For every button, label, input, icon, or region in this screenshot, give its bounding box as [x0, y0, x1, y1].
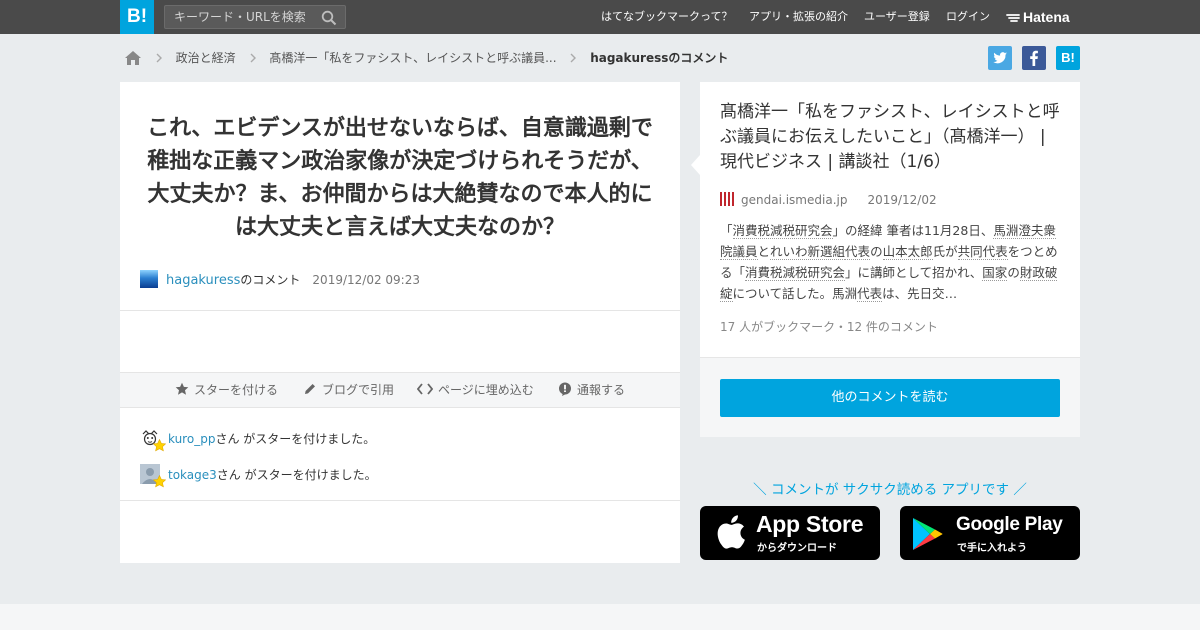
comment-text: これ、エビデンスが出せないならば、自意識過剰で稚拙な正義マン政治家像が決定づけら… — [147, 116, 653, 240]
search-input[interactable]: キーワード・URLを検索 — [164, 5, 346, 29]
app-store-sub-label: からダウンロード — [757, 543, 837, 554]
comment-date[interactable]: 2019/12/02 09:23 — [312, 273, 420, 287]
hatena-brand[interactable]: Hatena — [1006, 0, 1070, 34]
list-item: tokage3さん がスターを付けました。 — [140, 464, 440, 488]
top-bar: B! キーワード・URLを検索 はてなブックマークって？ アプリ・拡張の紹介 ユ… — [0, 0, 1200, 34]
star-user-link[interactable]: kuro_pp — [168, 432, 215, 446]
google-play-sub-label: で手に入れよう — [957, 543, 1027, 554]
search-icon[interactable] — [321, 10, 337, 26]
bookmark-count[interactable]: 17 人がブックマーク・12 件のコメント — [720, 318, 938, 335]
bookmark-share-button[interactable]: B! — [1056, 46, 1080, 70]
desc-text: と — [757, 244, 771, 259]
breadcrumb-entry[interactable]: 髙橋洋一「私をファシスト、レイシストと呼ぶ議員... — [269, 47, 556, 69]
google-play-icon — [913, 518, 943, 550]
breadcrumb: 政治と経済 髙橋洋一「私をファシスト、レイシストと呼ぶ議員... hagakur… — [124, 46, 728, 68]
chevron-right-icon — [156, 53, 162, 62]
embed-label: ページに埋め込む — [438, 383, 534, 397]
entry-card: 髙橋洋一「私をファシスト、レイシストと呼ぶ議員にお伝えしたいこと」（髙橋洋一） … — [691, 82, 1080, 437]
star-text: さん がスターを付けました。 — [216, 468, 377, 482]
facebook-icon — [1030, 50, 1038, 66]
desc-text: 」に講師として招かれ、 — [845, 265, 983, 280]
chevron-right-icon — [250, 53, 256, 62]
desc-text: 「 — [720, 223, 733, 238]
star-user-link[interactable]: tokage3 — [168, 468, 217, 482]
divider — [120, 310, 680, 311]
read-more-comments-button[interactable]: 他のコメントを読む — [720, 379, 1060, 417]
comment-card: これ、エビデンスが出せないならば、自意識過剰で稚拙な正義マン政治家像が決定づけら… — [120, 82, 680, 563]
site-favicon-icon — [720, 192, 734, 206]
app-store-label: App Store — [756, 511, 864, 537]
desc-text: は、先日交… — [882, 286, 958, 301]
keyword-link[interactable]: 代表 — [845, 244, 871, 260]
hatena-logo-icon — [1006, 14, 1020, 22]
nav-apps[interactable]: アプリ・拡張の紹介 — [749, 0, 848, 34]
report-button[interactable]: 通報する — [558, 373, 625, 407]
avatar[interactable] — [140, 270, 158, 288]
home-icon[interactable] — [124, 50, 142, 66]
divider — [120, 500, 680, 501]
blog-quote-button[interactable]: ブログで引用 — [303, 373, 394, 407]
entry-date: 2019/12/02 — [867, 193, 937, 207]
keyword-link[interactable]: れいわ新選組 — [770, 244, 846, 260]
facebook-share-button[interactable] — [1022, 46, 1046, 70]
google-play-label: Google Play — [956, 514, 1063, 535]
nav-login[interactable]: ログイン — [946, 0, 990, 34]
breadcrumb-current: hagakuressのコメント — [590, 50, 729, 65]
keyword-link[interactable]: 消費税減税研究会 — [745, 265, 846, 281]
keyword-link[interactable]: 国家 — [982, 265, 1008, 281]
add-star-label: スターを付ける — [194, 383, 279, 397]
keyword-link[interactable]: 消費税減税研究会 — [732, 223, 833, 239]
chevron-right-icon — [570, 53, 577, 62]
search-placeholder: キーワード・URLを検索 — [174, 10, 306, 24]
star-text: さん がスターを付けました。 — [215, 432, 376, 446]
pencil-icon — [305, 384, 315, 394]
comment-meta: hagakuressのコメント 2019/12/02 09:23 — [140, 270, 420, 290]
nav-about[interactable]: はてなブックマークって？ — [601, 0, 732, 34]
page-footer — [0, 604, 1200, 630]
entry-title-link[interactable]: 髙橋洋一「私をファシスト、レイシストと呼ぶ議員にお伝えしたいこと」（髙橋洋一） … — [720, 100, 1065, 175]
comment-suffix: のコメント — [240, 273, 301, 287]
report-label: 通報する — [577, 383, 626, 397]
nav-register[interactable]: ユーザー登録 — [864, 0, 930, 34]
breadcrumb-category[interactable]: 政治と経済 — [176, 47, 236, 69]
desc-text: の — [1007, 265, 1020, 280]
entry-footer: 他のコメントを読む — [700, 357, 1080, 437]
desc-text: について話した。馬淵 — [732, 286, 858, 301]
star-icon — [153, 475, 166, 488]
entry-description: 「消費税減税研究会」の経緯 筆者は11月28日、馬淵澄夫衆院議員とれいわ新選組代… — [720, 220, 1062, 304]
code-icon — [416, 383, 434, 395]
keyword-link[interactable]: 山本太郎 — [882, 244, 933, 260]
app-store-badge[interactable]: App Store からダウンロード — [700, 506, 880, 560]
keyword-link[interactable]: 代表 — [857, 286, 883, 302]
apple-icon — [717, 515, 745, 549]
hatena-brand-label: Hatena — [1023, 9, 1070, 25]
hatena-bookmark-logo[interactable]: B! — [120, 0, 154, 34]
star-icon — [153, 439, 166, 452]
embed-button[interactable]: ページに埋め込む — [416, 373, 534, 407]
pointer-arrow — [691, 155, 700, 175]
desc-text: の — [870, 244, 883, 259]
twitter-share-button[interactable] — [988, 46, 1012, 70]
action-bar: スターを付ける ブログで引用 ページに埋め込む 通報する — [120, 372, 680, 408]
google-play-badge[interactable]: Google Play で手に入れよう — [900, 506, 1080, 560]
comment-user-link[interactable]: hagakuress — [166, 273, 240, 288]
alert-icon — [559, 382, 571, 396]
app-promo-tagline: ＼ コメントが サクサク読める アプリです ／ — [753, 482, 1027, 498]
entry-domain-link[interactable]: gendai.ismedia.jp — [741, 193, 847, 207]
blog-quote-label: ブログで引用 — [322, 383, 395, 397]
twitter-icon — [993, 52, 1007, 64]
list-item: kuro_ppさん がスターを付けました。 — [140, 428, 440, 452]
entry-meta: gendai.ismedia.jp 2019/12/02 — [720, 191, 937, 209]
star-icon — [175, 382, 189, 395]
desc-text: 氏が — [932, 244, 958, 259]
desc-text: 」の経緯 筆者は11月28日、 — [832, 223, 994, 238]
add-star-button[interactable]: スターを付ける — [175, 373, 278, 407]
keyword-link[interactable]: 共同代表 — [957, 244, 1008, 260]
